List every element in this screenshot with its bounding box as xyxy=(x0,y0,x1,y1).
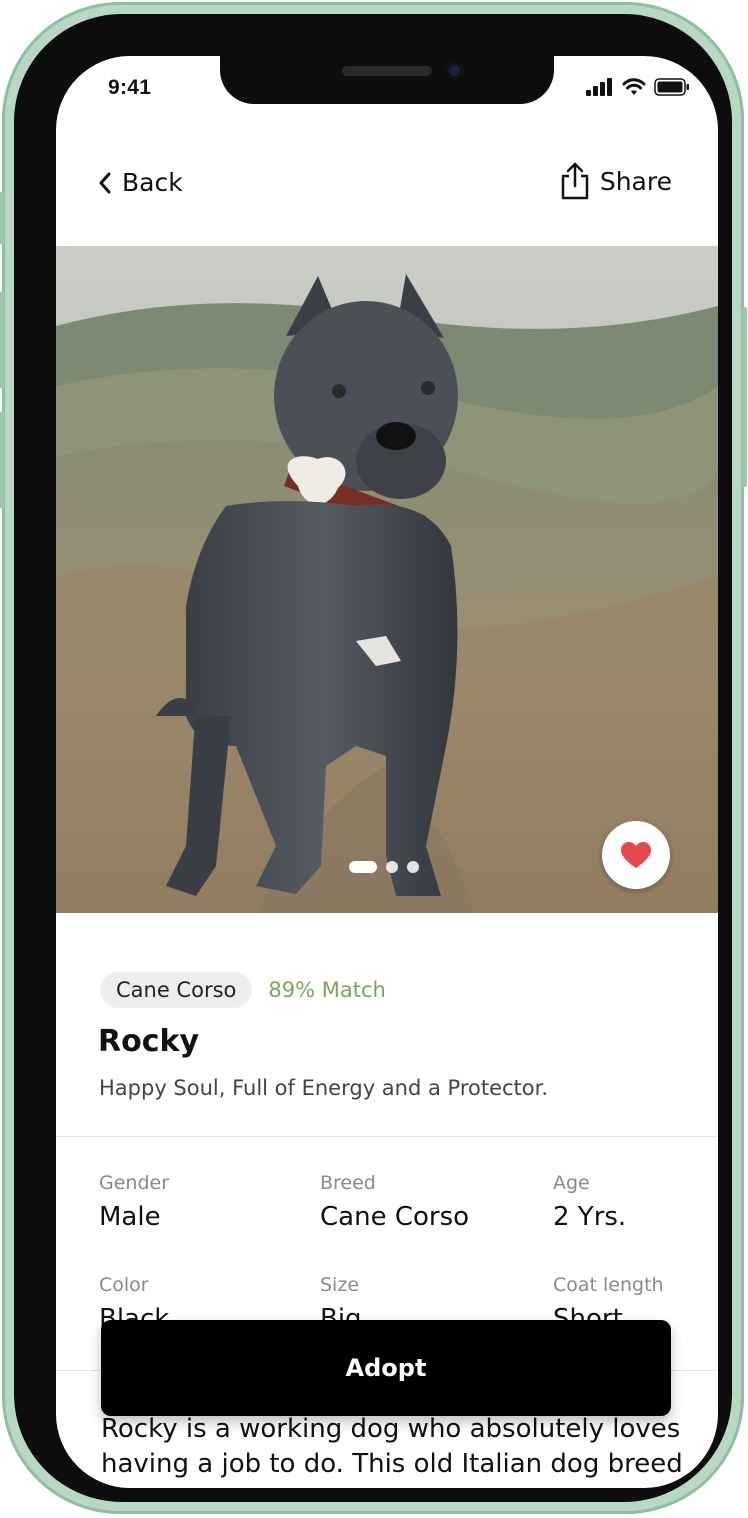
attr-breed-value: Cane Corso xyxy=(320,1202,470,1232)
status-icons xyxy=(586,78,690,96)
attr-gender-value: Male xyxy=(99,1202,161,1232)
mute-switch xyxy=(0,192,4,244)
attr-gender-label: Gender xyxy=(99,1172,170,1194)
attr-coat-length-label: Coat length xyxy=(553,1274,664,1296)
pet-tagline: Happy Soul, Full of Energy and a Protect… xyxy=(99,1076,548,1100)
wifi-icon xyxy=(622,78,646,95)
attr-size-label: Size xyxy=(320,1274,360,1296)
attr-age-label: Age xyxy=(553,1172,590,1194)
breed-chip: Cane Corso xyxy=(100,972,253,1008)
divider xyxy=(56,1136,718,1137)
attr-age-value: 2 Yrs. xyxy=(553,1202,627,1232)
front-camera xyxy=(445,61,464,80)
share-icon xyxy=(561,162,589,200)
match-percent: 89% Match xyxy=(268,978,386,1002)
nav-bar: Back Share xyxy=(56,156,718,216)
back-label: Back xyxy=(122,168,183,197)
share-button[interactable]: Share xyxy=(560,162,672,200)
heart-icon xyxy=(621,841,651,868)
attr-color-label: Color xyxy=(99,1274,149,1296)
pet-tags: Cane Corso 89% Match xyxy=(100,972,386,1008)
share-label: Share xyxy=(599,166,672,196)
volume-up-button xyxy=(0,292,4,388)
phone-frame: 9:41 Back Share Cane Corso 89% Match Roc… xyxy=(0,2,747,1514)
carousel-dot[interactable] xyxy=(386,861,398,873)
favorite-button[interactable] xyxy=(602,821,670,889)
carousel-dot-active[interactable] xyxy=(349,861,377,873)
signal-icon xyxy=(586,78,612,96)
attr-breed-label: Breed xyxy=(320,1172,376,1194)
power-button xyxy=(742,307,747,487)
pet-description: Rocky is a working dog who absolutely lo… xyxy=(101,1414,683,1479)
earpiece-speaker xyxy=(342,66,432,76)
screen: 9:41 Back Share Cane Corso 89% Match Roc… xyxy=(56,56,718,1488)
back-button[interactable]: Back xyxy=(98,168,183,197)
chevron-left-icon xyxy=(99,172,111,193)
status-time: 9:41 xyxy=(108,76,152,99)
volume-down-button xyxy=(0,412,4,508)
dog-photo-image xyxy=(56,246,718,913)
phone-bezel: 9:41 Back Share Cane Corso 89% Match Roc… xyxy=(14,14,732,1502)
adopt-button[interactable]: Adopt xyxy=(101,1320,671,1416)
carousel-dot[interactable] xyxy=(407,861,419,873)
notch xyxy=(220,56,554,104)
pet-photo[interactable] xyxy=(56,246,718,913)
pet-name: Rocky xyxy=(98,1024,200,1059)
carousel-indicator[interactable] xyxy=(349,861,419,873)
battery-icon xyxy=(654,78,689,96)
